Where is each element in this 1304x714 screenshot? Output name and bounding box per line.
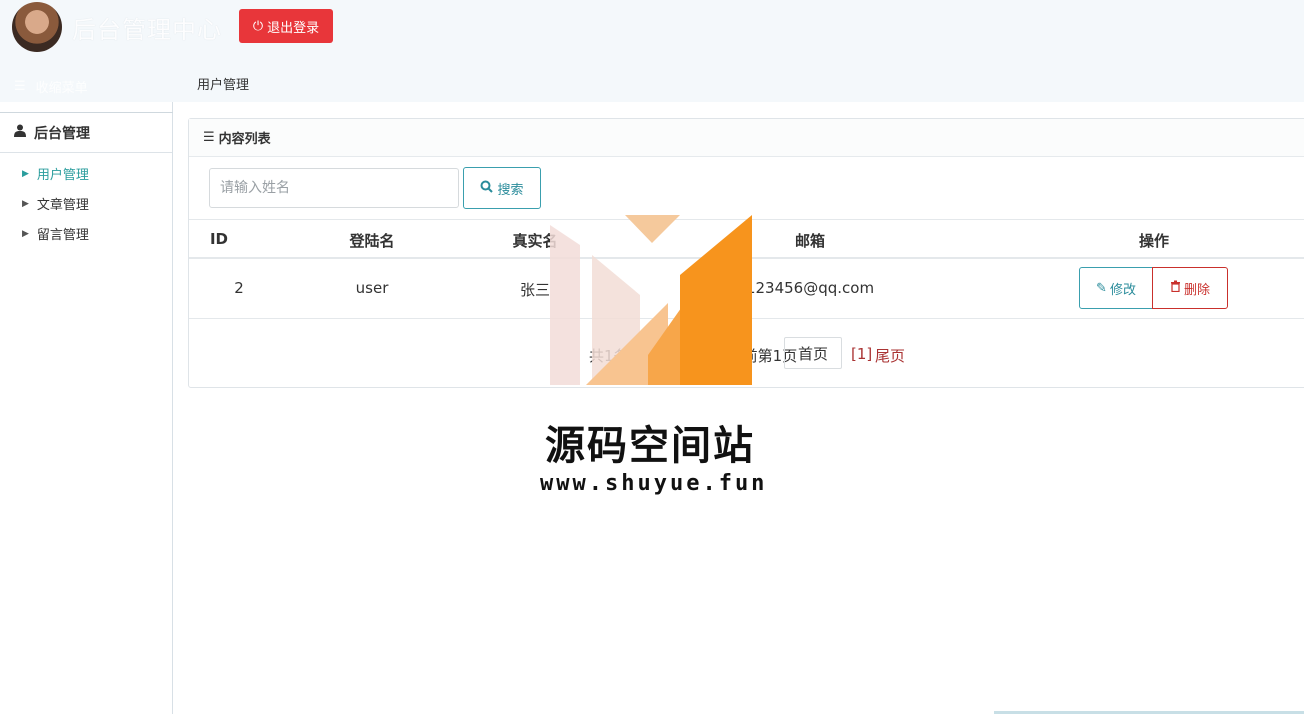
sidebar-group-label: 后台管理 xyxy=(34,125,90,142)
breadcrumb: 用户管理 xyxy=(197,78,250,93)
top-header: 后台管理中心 ⏻ 退出登录 ☰ 收缩菜单 用户管理 xyxy=(0,0,1304,102)
current-page[interactable]: [1] xyxy=(851,345,872,363)
caret-right-icon: ▶ xyxy=(22,198,29,209)
edit-icon: ✎ xyxy=(1096,280,1107,296)
sidebar-item-label: 留言管理 xyxy=(36,228,89,243)
first-page-label: 首页 xyxy=(797,344,828,363)
cell-email: 123456@qq.com xyxy=(745,279,875,297)
column-header-login: 登陆名 xyxy=(349,232,395,250)
sidebar-item-articles[interactable]: ▶ 文章管理 xyxy=(22,194,89,213)
delete-button[interactable]: 删除 xyxy=(1152,267,1228,309)
first-page-button[interactable]: 首页 xyxy=(784,337,842,369)
column-header-actions: 操作 xyxy=(1138,232,1170,250)
menu-icon: ☰ xyxy=(14,79,26,94)
sidebar-item-users[interactable]: ▶ 用户管理 xyxy=(22,164,89,183)
watermark-logo xyxy=(550,215,752,385)
nav-toggle-label: 收缩菜单 xyxy=(35,81,88,96)
cell-login: user xyxy=(355,279,389,297)
cell-realname: 张三 xyxy=(519,281,551,299)
column-header-id: ID xyxy=(209,230,229,248)
edit-button[interactable]: ✎ 修改 xyxy=(1079,267,1153,309)
list-icon: ☰ xyxy=(203,130,215,145)
nav-toggle[interactable]: ☰ 收缩菜单 xyxy=(14,77,88,96)
panel-header: ☰ 内容列表 xyxy=(189,119,1304,157)
cell-id: 2 xyxy=(234,279,244,297)
power-icon: ⏻ xyxy=(252,18,264,34)
column-header-email: 邮箱 xyxy=(794,232,826,250)
watermark-title: 源码空间站 xyxy=(545,423,755,469)
sidebar-item-messages[interactable]: ▶ 留言管理 xyxy=(22,224,89,243)
caret-right-icon: ▶ xyxy=(22,228,29,239)
watermark-url: www.shuyue.fun xyxy=(540,471,768,496)
caret-right-icon: ▶ xyxy=(22,168,29,179)
last-page-link[interactable]: 尾页 xyxy=(875,345,905,366)
delete-label: 删除 xyxy=(1183,282,1210,298)
sidebar-item-label: 文章管理 xyxy=(36,198,89,213)
logout-label: 退出登录 xyxy=(267,20,320,36)
search-input[interactable] xyxy=(209,168,459,208)
sidebar-item-label: 用户管理 xyxy=(36,168,89,183)
logout-button[interactable]: ⏻ 退出登录 xyxy=(239,9,333,43)
edit-label: 修改 xyxy=(1109,282,1136,298)
avatar[interactable] xyxy=(12,2,62,52)
user-icon xyxy=(14,124,26,141)
search-button-label: 搜索 xyxy=(497,182,524,198)
trash-icon xyxy=(1170,280,1181,296)
sidebar-group-admin[interactable]: 后台管理 xyxy=(0,113,172,153)
search-button[interactable]: 搜索 xyxy=(463,167,541,209)
search-icon xyxy=(480,180,494,197)
panel-title: 内容列表 xyxy=(218,132,271,147)
app-title: 后台管理中心 xyxy=(72,16,222,44)
